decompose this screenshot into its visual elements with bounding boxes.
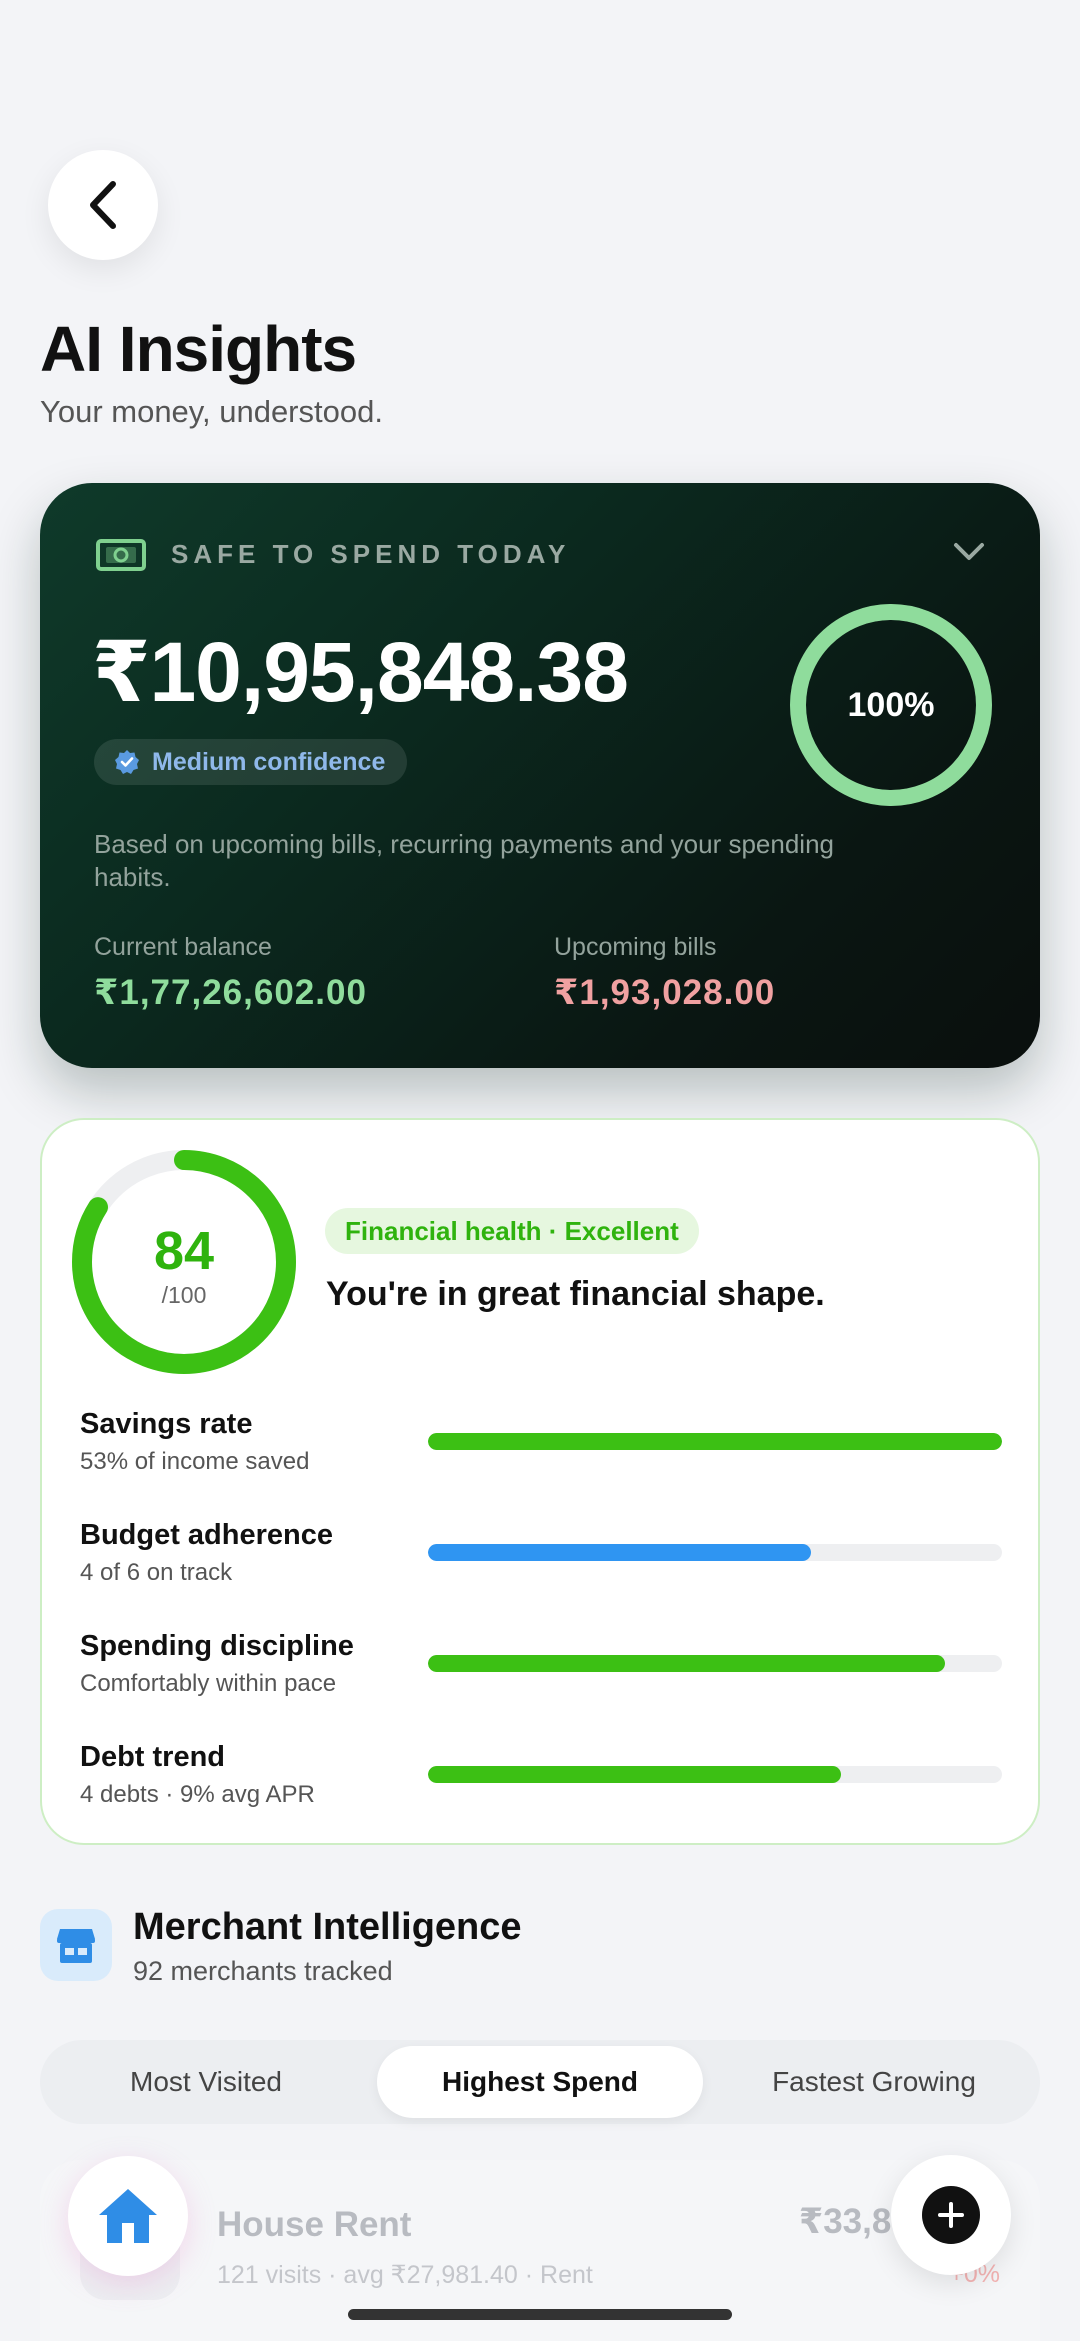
metric-subtitle: 53% of income saved xyxy=(80,1448,310,1475)
metric-bar-track xyxy=(428,1433,1002,1450)
home-icon xyxy=(99,2189,157,2243)
metric-title: Spending discipline xyxy=(80,1630,354,1662)
safe-to-spend-description: Based on upcoming bills, recurring payme… xyxy=(94,829,834,892)
verified-badge-icon xyxy=(115,750,139,774)
health-score-max: /100 xyxy=(161,1282,207,1308)
tab-most-visited[interactable]: Most Visited xyxy=(46,2046,366,2118)
chevron-down-icon[interactable] xyxy=(952,541,986,563)
metric-title: Budget adherence xyxy=(80,1519,333,1551)
merchant-meta: 121 visits · avg ₹27,981.40 · Rent xyxy=(217,2261,593,2289)
store-icon-badge xyxy=(40,1909,112,1981)
metric-bar-fill xyxy=(428,1766,842,1783)
home-indicator xyxy=(348,2309,732,2320)
upcoming-bills-label: Upcoming bills xyxy=(554,933,717,961)
safe-to-spend-amount: ₹10,95,848.38 xyxy=(92,625,629,719)
merchant-name: House Rent xyxy=(217,2205,412,2244)
safe-to-spend-label: SAFE TO SPEND TODAY xyxy=(171,539,571,569)
metric-bar-fill xyxy=(428,1433,1002,1450)
metric-bar-fill xyxy=(428,1544,811,1561)
metric-bar-track xyxy=(428,1544,1002,1561)
safe-to-spend-ring-label: 100% xyxy=(847,685,935,724)
financial-health-card[interactable]: 84 /100 Financial health · Excellent You… xyxy=(40,1118,1040,1845)
metric-bar-track xyxy=(428,1655,1002,1672)
health-headline: You're in great financial shape. xyxy=(326,1275,825,1313)
tab-fastest-growing[interactable]: Fastest Growing xyxy=(714,2046,1034,2118)
metric-subtitle: 4 of 6 on track xyxy=(80,1559,233,1586)
cash-icon xyxy=(96,539,146,571)
plus-icon xyxy=(938,2202,964,2228)
page-subtitle: Your money, understood. xyxy=(40,394,383,429)
metric-title: Debt trend xyxy=(80,1741,225,1773)
upcoming-bills-value: ₹1,93,028.00 xyxy=(554,973,776,1012)
safe-to-spend-card[interactable]: SAFE TO SPEND TODAY ₹10,95,848.38 Medium… xyxy=(40,483,1040,1068)
home-button[interactable] xyxy=(68,2156,188,2276)
metric-subtitle: 4 debts · 9% avg APR xyxy=(80,1781,315,1808)
store-icon xyxy=(57,1929,95,1963)
metric-subtitle: Comfortably within pace xyxy=(80,1670,337,1697)
current-balance-value: ₹1,77,26,602.00 xyxy=(94,973,367,1012)
back-button[interactable] xyxy=(48,150,158,260)
chevron-left-icon xyxy=(90,181,116,229)
health-score: 84 xyxy=(153,1221,215,1281)
metric-bar-track xyxy=(428,1766,1002,1783)
current-balance-label: Current balance xyxy=(94,933,272,961)
metric-title: Savings rate xyxy=(80,1408,253,1440)
tab-highest-spend[interactable]: Highest Spend xyxy=(377,2046,703,2118)
merchant-tabs: Most Visited Highest Spend Fastest Growi… xyxy=(40,2040,1040,2124)
confidence-badge: Medium confidence xyxy=(94,739,408,785)
merchant-intelligence-subtitle: 92 merchants tracked xyxy=(133,1956,393,1986)
confidence-label: Medium confidence xyxy=(152,747,386,776)
merchant-intelligence-title: Merchant Intelligence xyxy=(133,1906,522,1948)
add-button[interactable] xyxy=(891,2155,1011,2275)
metric-bar-fill xyxy=(428,1655,945,1672)
health-status-badge: Financial health · Excellent xyxy=(325,1208,699,1254)
page-title: AI Insights xyxy=(40,313,357,385)
